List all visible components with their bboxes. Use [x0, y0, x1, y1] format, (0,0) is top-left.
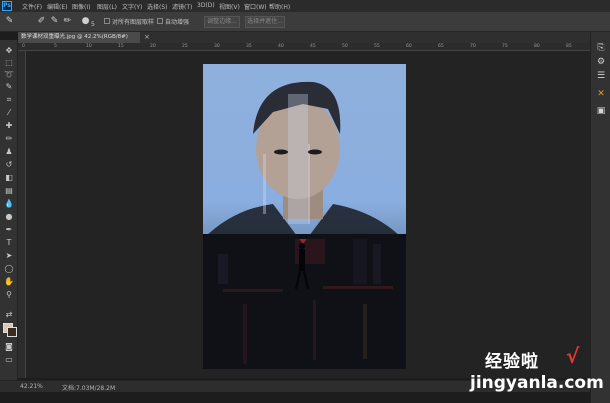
screen-mode-icon[interactable]: ▭: [4, 355, 14, 365]
lasso-icon[interactable]: ➰: [4, 70, 14, 80]
menu-layer[interactable]: 图层(L): [97, 2, 117, 11]
panel-dock: ⎘ ⚙ ☰ ✕ ▣: [590, 32, 610, 403]
options-bar: ✎ ✐ ✎ ✏ ● 5 对所有图层取样 自动增强 调整边缘... 选择并遮住..…: [0, 12, 610, 32]
vertical-ruler: [18, 51, 26, 378]
ruler-tick: 75: [502, 44, 508, 49]
ruler-tick: 50: [342, 44, 348, 49]
type-icon[interactable]: T: [4, 238, 14, 248]
menu-select[interactable]: 选择(S): [147, 2, 168, 11]
ruler-tick: 65: [438, 44, 444, 49]
move-icon[interactable]: ✥: [4, 46, 14, 56]
crop-icon[interactable]: ⌗: [4, 95, 14, 105]
eraser-icon[interactable]: ◧: [4, 173, 14, 183]
menu-filter[interactable]: 滤镜(T): [172, 2, 192, 11]
eyedropper-icon[interactable]: ⁄: [4, 108, 14, 118]
ruler-tick: 0: [22, 44, 25, 49]
stamp-icon[interactable]: ♟: [4, 147, 14, 157]
shape-icon[interactable]: ◯: [4, 264, 14, 274]
ruler-tick: 60: [406, 44, 412, 49]
adjustments-icon[interactable]: ☰: [595, 70, 607, 82]
watermark-check-icon: √: [566, 344, 580, 368]
subtract-selection-brush-icon[interactable]: ✏: [62, 16, 73, 27]
menu-help[interactable]: 帮助(H): [269, 2, 290, 11]
background-color-swatch[interactable]: [7, 327, 17, 337]
menu-file[interactable]: 文件(F): [22, 2, 42, 11]
menu-bar: Ps 文件(F) 编辑(E) 图像(I) 图层(L) 文字(Y) 选择(S) 滤…: [0, 0, 610, 12]
dodge-icon[interactable]: ●: [4, 212, 14, 222]
ruler-tick: 10: [86, 44, 92, 49]
path-select-icon[interactable]: ➤: [4, 251, 14, 261]
hand-icon[interactable]: ✋: [4, 277, 14, 287]
document-size[interactable]: 文档:7.03M/28.2M: [62, 383, 115, 392]
horizontal-ruler: 0 5 10 15 20 25 30 35 40 45 50 55 60 65 …: [18, 43, 590, 51]
menu-window[interactable]: 窗口(W): [244, 2, 267, 11]
menu-type[interactable]: 文字(Y): [122, 2, 142, 11]
ruler-tick: 80: [534, 44, 540, 49]
tool-options-icon[interactable]: ✕: [595, 88, 607, 100]
healing-icon[interactable]: ✚: [4, 121, 14, 131]
auto-enhance-label: 自动增强: [165, 19, 190, 26]
ruler-tick: 25: [182, 44, 188, 49]
menu-3d[interactable]: 3D(D): [197, 2, 215, 9]
history-brush-icon[interactable]: ↺: [4, 160, 14, 170]
sample-all-layers-checkbox[interactable]: [104, 18, 110, 24]
watermark-text: 经验啦: [485, 352, 539, 372]
ruler-tick: 40: [278, 44, 284, 49]
brush-icon[interactable]: ✏: [4, 134, 14, 144]
quick-mask-icon[interactable]: ◙: [4, 342, 14, 352]
auto-enhance-checkbox[interactable]: [157, 18, 163, 24]
new-selection-brush-icon[interactable]: ✐: [36, 16, 47, 27]
swap-colors-icon[interactable]: ⇄: [4, 310, 14, 320]
menu-view[interactable]: 视图(V): [219, 2, 240, 11]
add-selection-brush-icon[interactable]: ✎: [49, 16, 60, 27]
ruler-tick: 35: [246, 44, 252, 49]
refine-edge-button[interactable]: 调整边缘...: [204, 16, 240, 28]
brush-size[interactable]: 5: [91, 21, 95, 28]
ruler-tick: 70: [470, 44, 476, 49]
marquee-icon[interactable]: ⬚: [4, 58, 14, 68]
quick-select-icon[interactable]: ✎: [4, 82, 14, 92]
brush-settings-icon[interactable]: ⚙: [595, 56, 607, 68]
ruler-tick: 45: [310, 44, 316, 49]
ruler-tick: 5: [54, 44, 57, 49]
close-icon[interactable]: ×: [144, 32, 150, 43]
ruler-tick: 55: [374, 44, 380, 49]
document-tab-bar: 数学课材双重曝光.jpg @ 42.2%(RGB/8#) ×: [18, 32, 590, 43]
pen-icon[interactable]: ✒: [4, 225, 14, 235]
menu-image[interactable]: 图像(I): [72, 2, 90, 11]
tools-panel: ✥ ⬚ ➰ ✎ ⌗ ⁄ ✚ ✏ ♟ ↺ ◧ ▤ 💧 ● ✒ T ➤ ◯ ✋ ⚲ …: [0, 40, 18, 380]
double-exposure-artwork: [203, 81, 406, 369]
blur-icon[interactable]: 💧: [4, 199, 14, 209]
select-and-mask-button[interactable]: 选择并遮住...: [245, 16, 285, 28]
document-tab[interactable]: 数学课材双重曝光.jpg @ 42.2%(RGB/8#): [18, 32, 140, 43]
ruler-tick: 15: [118, 44, 124, 49]
brush-picker-icon[interactable]: ●: [80, 16, 91, 27]
layers-panel-icon[interactable]: ▣: [595, 105, 607, 117]
photoshop-logo[interactable]: Ps: [2, 1, 12, 11]
gradient-icon[interactable]: ▤: [4, 186, 14, 196]
history-panel-icon[interactable]: ⎘: [595, 42, 607, 54]
ruler-tick: 85: [566, 44, 572, 49]
zoom-icon[interactable]: ⚲: [4, 290, 14, 300]
menu-edit[interactable]: 编辑(E): [47, 2, 67, 11]
ruler-tick: 20: [150, 44, 156, 49]
document-image[interactable]: [203, 64, 406, 369]
watermark-url: jingyanla.com: [470, 373, 604, 393]
ruler-tick: 30: [214, 44, 220, 49]
zoom-level[interactable]: 42.21%: [20, 383, 43, 390]
sample-all-layers-label: 对所有图层取样: [112, 19, 155, 26]
tool-preset-icon[interactable]: ✎: [4, 16, 15, 27]
